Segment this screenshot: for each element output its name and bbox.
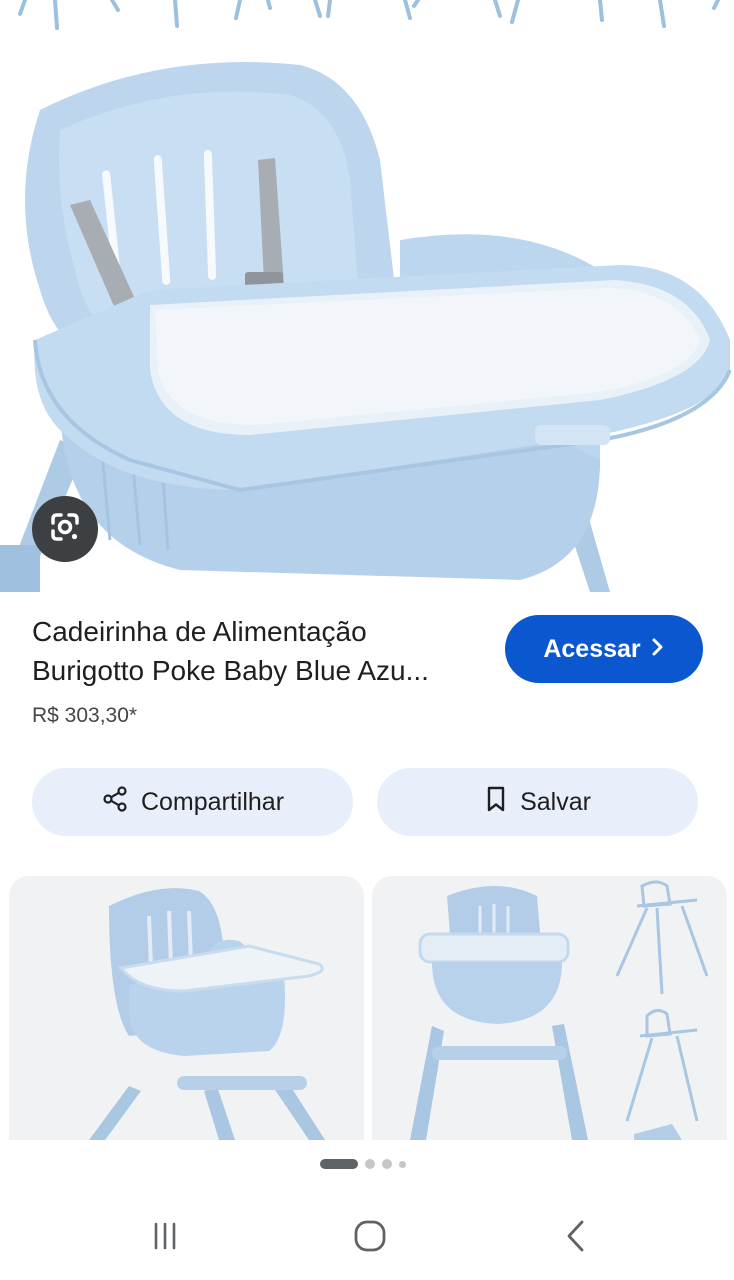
carousel-dot [365,1159,375,1169]
visit-button[interactable]: Acessar [505,615,703,683]
top-image-strip[interactable] [0,0,734,40]
visit-button-label: Acessar [543,634,641,663]
system-navigation-bar [0,1196,734,1280]
back-button[interactable] [546,1214,606,1262]
related-image-1[interactable] [9,876,364,1140]
google-lens-icon [47,509,83,550]
carousel-dot-active [320,1159,358,1169]
share-icon [101,785,129,820]
back-icon [564,1219,588,1258]
carousel-page-indicator [320,1159,406,1169]
share-button-label: Compartilhar [140,787,285,816]
product-title-line-2: Burigotto Poke Baby Blue Azu... [32,655,429,686]
home-button[interactable] [340,1214,400,1262]
related-image-2[interactable] [372,876,727,1140]
product-title-line-1: Cadeirinha de Alimentação [32,616,367,647]
google-lens-button[interactable] [32,496,98,562]
share-button[interactable]: Compartilhar [32,768,353,836]
carousel-dot [399,1160,406,1168]
bookmark-icon [484,785,508,820]
chevron-right-icon [651,635,665,664]
product-title[interactable]: Cadeirinha de Alimentação Burigotto Poke… [32,612,492,690]
recents-icon [149,1220,181,1257]
home-icon [353,1219,387,1258]
save-button-label: Salvar [520,787,591,816]
save-button[interactable]: Salvar [377,768,698,836]
carousel-dot [382,1159,392,1169]
recents-button[interactable] [135,1214,195,1262]
product-main-image[interactable] [0,40,734,592]
product-price: R$ 303,30* [32,704,138,727]
